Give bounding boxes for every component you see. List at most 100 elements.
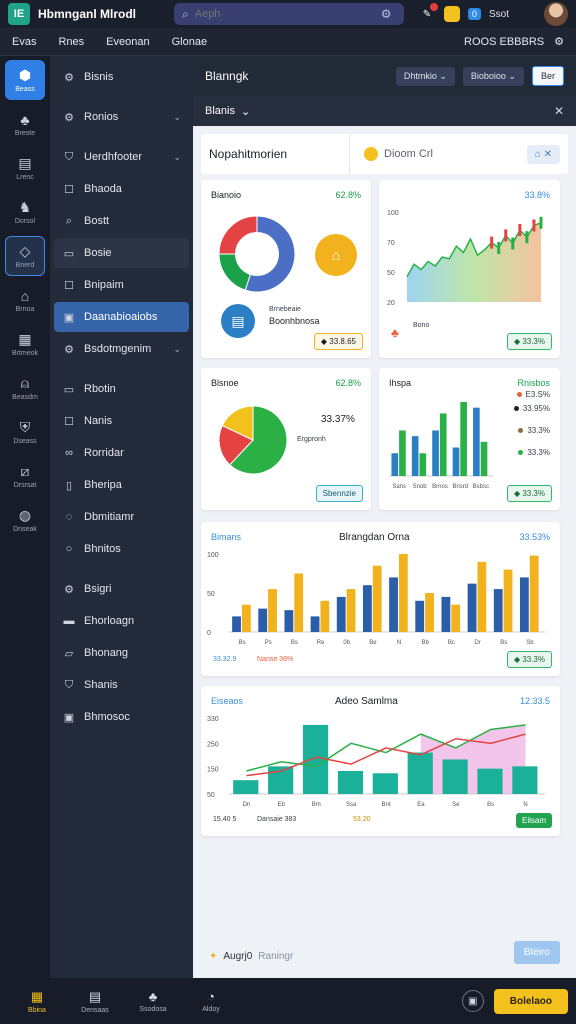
primary-cta-button[interactable]: Bolelaoo — [493, 988, 568, 1014]
rail-item-bag[interactable]: ♣ Breste — [5, 104, 45, 144]
rail-item-person[interactable]: ♞ Dorsol — [5, 192, 45, 232]
card-title: Ihspa — [389, 378, 412, 388]
bar — [258, 608, 268, 632]
y-tick-label: 70 — [387, 240, 395, 247]
footer-button[interactable]: Bteiro — [513, 941, 560, 964]
search-bar[interactable]: ⌕ ⚙ — [174, 3, 404, 25]
sidebar-item-3[interactable]: ☐ Bhaoda — [54, 174, 189, 204]
rail-item-grid[interactable]: ▤ Lrenc — [5, 148, 45, 188]
rail-item-chart[interactable]: ▦ Brtmeok — [5, 324, 45, 364]
rail-item-doc[interactable]: ⌂ Brnoa — [5, 280, 45, 320]
x-tick-label: Dn — [243, 802, 251, 808]
globe-icon: ◍ — [18, 507, 32, 523]
bottom-label: Ssodosa — [139, 1006, 167, 1013]
menu-item-help[interactable]: Glonae — [172, 36, 207, 48]
close-icon[interactable]: ✕ — [554, 104, 564, 118]
rail-item-graph[interactable]: ⧄ Drsrsat — [5, 456, 45, 496]
doc-icon: ▱ — [64, 647, 74, 660]
bottom-item-2[interactable]: ♣ Ssodosa — [124, 989, 182, 1013]
coin-icon[interactable] — [444, 6, 460, 22]
tab-coin[interactable]: Dioom Crl — [349, 134, 433, 174]
user-icon: ⍝ — [20, 375, 30, 391]
y-tick-label: 330 — [207, 716, 219, 723]
sidebar-item-4[interactable]: ⌕ Bostt — [54, 206, 189, 236]
card-pill[interactable]: ◆ 33.3% — [506, 333, 552, 350]
sidebar-item-11[interactable]: ∞ Rorridar — [54, 438, 189, 468]
bell-icon: ✎ — [422, 8, 432, 20]
notifications-button[interactable]: ✎ — [418, 3, 438, 23]
card-icon: ▤ — [221, 304, 255, 338]
bottom-bar: ▦ Bbina ▤ Densaas ♣ Ssodosa ◔ Aldoy ▣ Bolela… — [0, 978, 576, 1024]
bottom-item-3[interactable]: ◔ Aldoy — [182, 989, 240, 1013]
x-tick-label: Snob — [413, 484, 428, 490]
chat-icon: ◔ — [207, 989, 215, 1004]
legend-label: E3.S% — [525, 390, 550, 399]
card-pill[interactable]: Sbennzie — [315, 485, 363, 502]
rail-item-tag[interactable]: ◇ Bnerd — [5, 236, 45, 276]
rail-item-shield[interactable]: ⛨ Dseass — [5, 412, 45, 452]
subheader-title[interactable]: Blanis — [205, 105, 235, 117]
filter-select-1[interactable]: Dhtmkio ⌄ — [395, 66, 455, 86]
sidebar-item-19[interactable]: ▣ Bhmosoc — [54, 702, 189, 732]
sidebar-item-5[interactable]: ▭ Bosie — [54, 238, 189, 268]
menu-item-view[interactable]: Eveonan — [106, 36, 149, 48]
card-pill[interactable]: ◆ 33.3% — [506, 651, 552, 668]
sidebar-item-15[interactable]: ⚙ Bsigri — [54, 574, 189, 604]
bottom-item-0[interactable]: ▦ Bbina — [8, 989, 66, 1014]
candle — [532, 219, 536, 232]
square-icon: ☐ — [64, 415, 74, 428]
card-center-title: Blrangdan Orna — [339, 532, 410, 543]
count-badge[interactable]: 0 — [468, 8, 482, 20]
sidebar-item-label: Rorridar — [84, 447, 124, 459]
candle — [504, 229, 508, 242]
rail-label: Beass — [15, 86, 35, 93]
mixed-chart: 330 250 150 50 Dn Eb Bm Ssa Bnt Ea Se Bs N — [207, 716, 545, 808]
card-pill[interactable]: ◆ 33.8.65 — [313, 333, 363, 350]
candle — [497, 242, 501, 254]
wallet-icon[interactable]: ▣ — [461, 990, 484, 1012]
card-foot-2: Dansaie 383 — [257, 816, 297, 823]
menu-item-edit[interactable]: Rnes — [58, 36, 84, 48]
sidebar-item-13[interactable]: ◌ Dbmitiamr — [54, 502, 189, 532]
rail-item-user[interactable]: ⍝ Beasdm — [5, 368, 45, 408]
action-button[interactable]: Ber — [531, 66, 564, 86]
card-bars-wide: Bimans Blrangdan Orna 33.53% 100 50 0 Bs Ps B… — [201, 522, 560, 676]
card-pill[interactable]: ◆ 33.3% — [506, 485, 552, 502]
panel-tools-button[interactable]: ⌂ ✕ — [526, 144, 560, 164]
account-label[interactable]: Ssot — [489, 9, 509, 20]
sidebar-item-7[interactable]: ▣ Daanabioaiobs — [54, 302, 189, 332]
rail-item-globe[interactable]: ◍ Dnseak — [5, 500, 45, 540]
gear-icon[interactable]: ⚙ — [554, 35, 564, 48]
settings-icon[interactable]: ⚙ — [381, 7, 392, 21]
bar — [372, 773, 398, 794]
bar — [425, 593, 434, 632]
candle — [525, 231, 529, 244]
x-tick-label: Bc — [448, 640, 455, 646]
bar — [460, 402, 467, 476]
sidebar-item-16[interactable]: ▬ Ehorloagn — [54, 606, 189, 636]
filter-select-2[interactable]: Bioboioo ⌄ — [462, 66, 524, 86]
search-input[interactable] — [194, 8, 375, 20]
sidebar-item-8[interactable]: ⚙ Bsdotmgenim ⌄ — [54, 334, 189, 364]
menu-item-file[interactable]: Evas — [12, 36, 36, 48]
sidebar-item-6[interactable]: ☐ Bnipaim — [54, 270, 189, 300]
sidebar-item-17[interactable]: ▱ Bhonang — [54, 638, 189, 668]
bar — [232, 616, 241, 632]
shield-icon: ⛉ — [64, 678, 74, 691]
sidebar-item-12[interactable]: ▯ Bheripa — [54, 470, 189, 500]
sidebar-item-1[interactable]: ⚙ Ronios ⌄ — [54, 102, 189, 132]
sidebar-item-9[interactable]: ▭ Rbotin — [54, 374, 189, 404]
sidebar-item-14[interactable]: ○ Bhnitos — [54, 534, 189, 564]
sidebar-item-2[interactable]: ⛉ Uerdhfooter ⌄ — [54, 142, 189, 172]
avatar[interactable] — [544, 2, 568, 26]
sidebar-item-18[interactable]: ⛉ Shanis — [54, 670, 189, 700]
sidebar-item-10[interactable]: ☐ Nanis — [54, 406, 189, 436]
chevron-down-icon[interactable]: ⌄ — [241, 105, 250, 118]
bottom-item-1[interactable]: ▤ Densaas — [66, 989, 124, 1014]
sidebar-item-label: Bostt — [84, 215, 110, 227]
card-sub: Ergpronh — [297, 436, 326, 443]
bar — [467, 583, 477, 632]
card-pill[interactable]: Eilsam — [515, 813, 552, 828]
sidebar-item-0[interactable]: ⚙ Bisnis — [54, 62, 189, 92]
rail-item-home[interactable]: ⬢ Beass — [5, 60, 45, 100]
